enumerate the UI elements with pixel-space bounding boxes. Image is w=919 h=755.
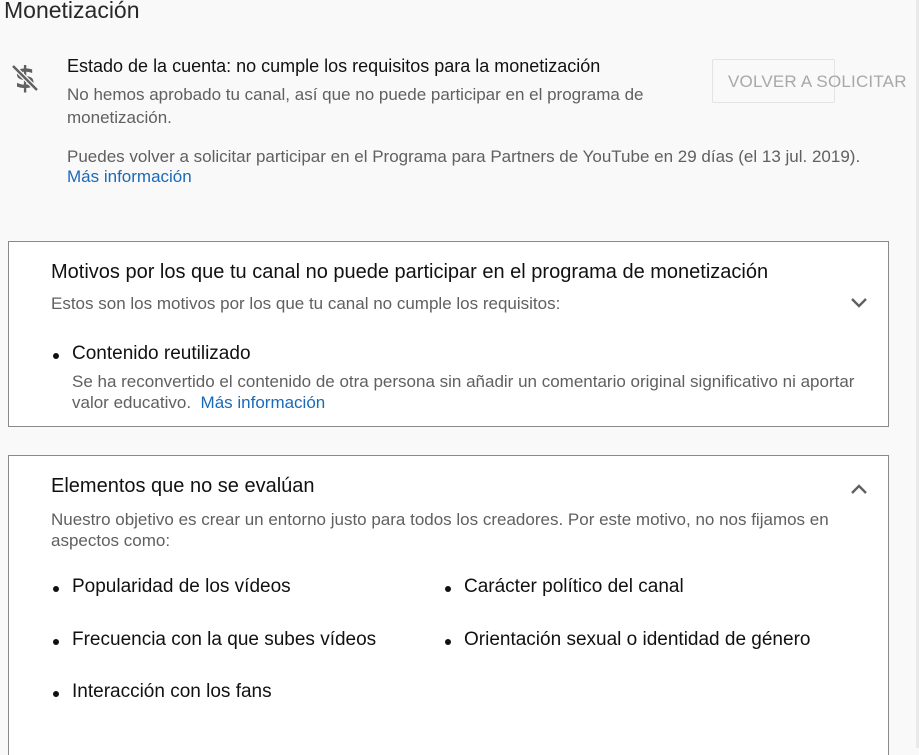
no-monetization-dollar-icon: $ <box>11 61 39 96</box>
status-title: Estado de la cuenta: no cumple los requi… <box>67 56 601 76</box>
status-description: No hemos aprobado tu canal, así que no p… <box>67 85 644 127</box>
bullet-dot <box>445 639 451 645</box>
reason-item-label: Contenido reutilizado <box>72 343 251 364</box>
list-item: Popularidad de los vídeos <box>72 576 291 597</box>
bullet-dot <box>53 691 59 697</box>
reason-item-description: Se ha reconvertido el contenido de otra … <box>72 371 862 413</box>
not-evaluated-card-subtitle: Nuestro objetivo es crear un entorno jus… <box>51 510 829 550</box>
chevron-down-icon[interactable] <box>848 292 870 314</box>
page-title: Monetización <box>4 0 140 23</box>
more-info-link[interactable]: Más información <box>67 166 192 187</box>
reasons-card-title: Motivos por los que tu canal no puede pa… <box>51 261 769 283</box>
list-item: Interacción con los fans <box>72 681 272 702</box>
list-item: Carácter político del canal <box>464 576 684 597</box>
not-evaluated-card: Elementos que no se evalúan Nuestro obje… <box>8 455 889 755</box>
bullet-dot <box>445 586 451 592</box>
reasons-card: Motivos por los que tu canal no puede pa… <box>8 241 889 427</box>
reapply-button-label: VOLVER A SOLICITAR <box>728 72 907 91</box>
reapply-info-text: Puedes volver a solicitar participar en … <box>67 147 861 166</box>
bullet-dot <box>53 353 59 359</box>
reason-more-info-link[interactable]: Más información <box>201 393 326 412</box>
reasons-card-subtitle: Estos son los motivos por los que tu can… <box>51 294 561 313</box>
list-item: Orientación sexual o identidad de género <box>464 629 811 650</box>
reason-description-text: Se ha reconvertido el contenido de otra … <box>72 372 855 412</box>
bullet-dot <box>53 639 59 645</box>
bullet-dot <box>53 586 59 592</box>
reapply-button[interactable]: VOLVER A SOLICITAR <box>712 59 907 103</box>
list-item: Frecuencia con la que subes vídeos <box>72 629 377 650</box>
chevron-up-icon[interactable] <box>848 478 870 500</box>
not-evaluated-card-title: Elementos que no se evalúan <box>51 475 315 497</box>
